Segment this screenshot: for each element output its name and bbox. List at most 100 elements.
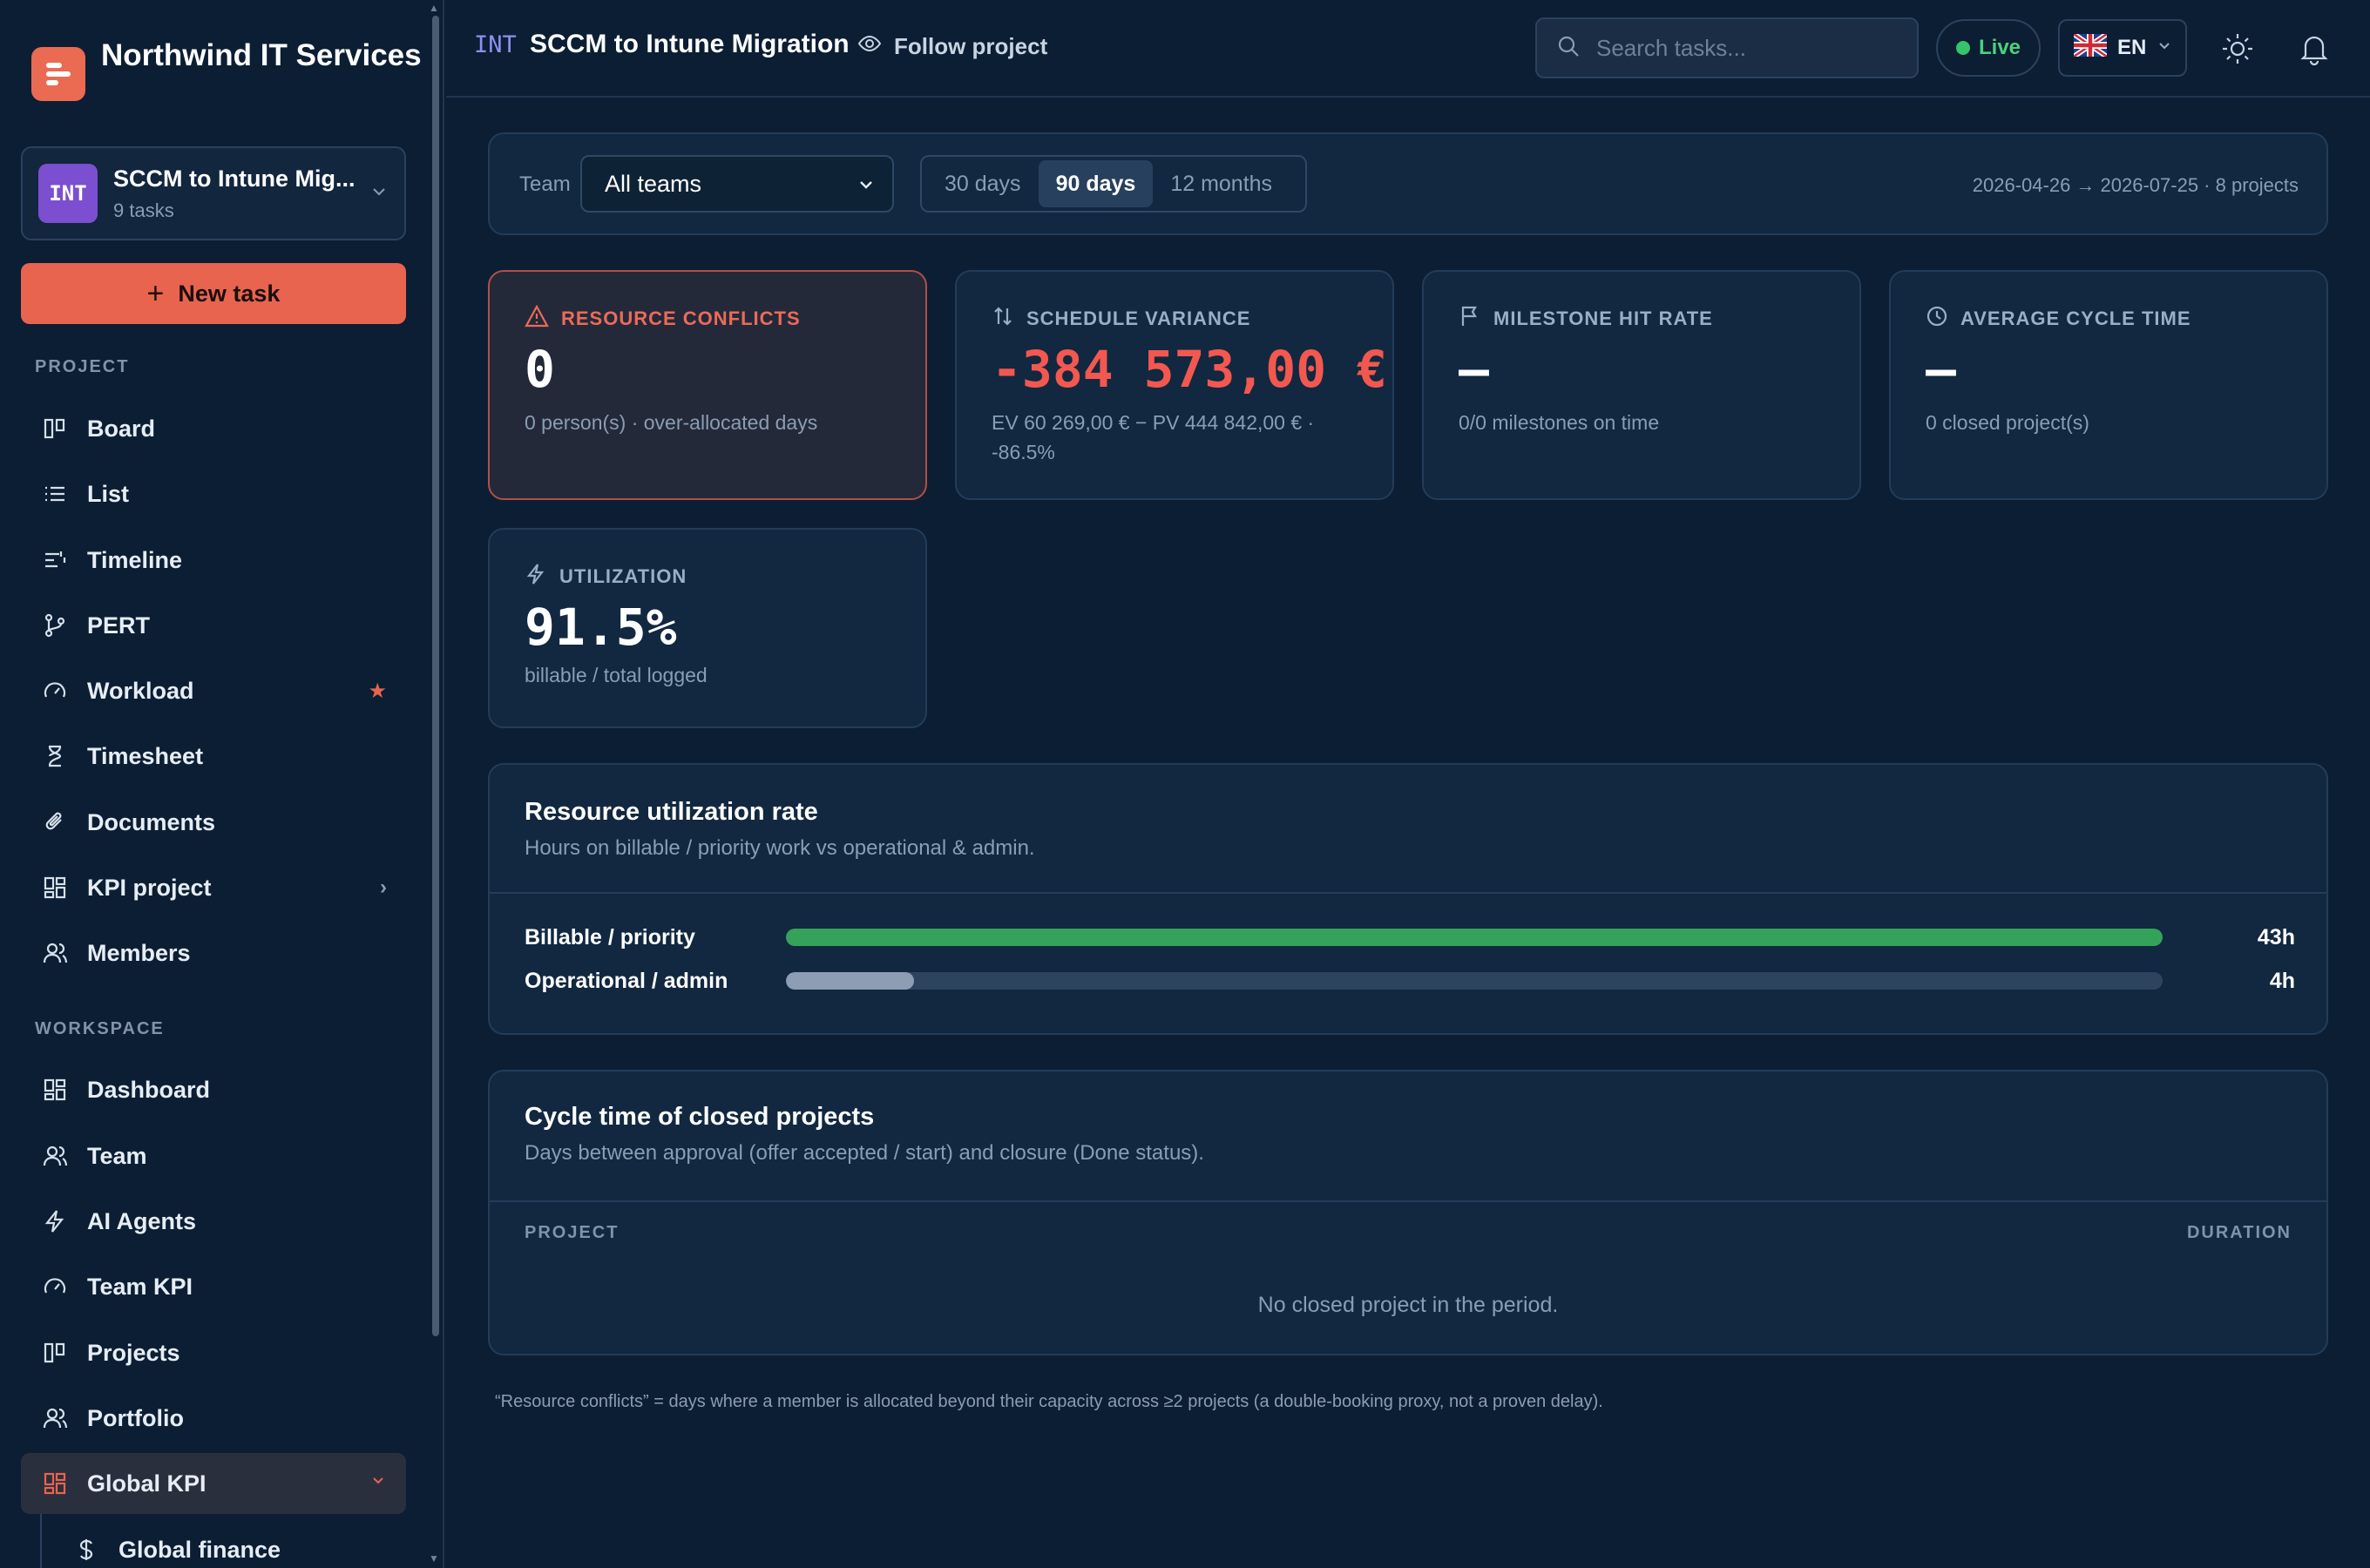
kpi-card-utilization: UTILIZATION 91.5% billable / total logge…	[488, 528, 927, 728]
sidebar-scrollbar-thumb[interactable]	[432, 16, 439, 1336]
sidebar-item-ai-agents[interactable]: AI Agents	[21, 1191, 406, 1252]
search-icon	[1556, 34, 1581, 63]
list-icon	[40, 479, 70, 509]
sidebar-item-label: Workload	[87, 677, 194, 704]
brand-logo-icon	[31, 47, 85, 101]
live-label: Live	[1978, 36, 2021, 59]
sidebar-item-global-kpi[interactable]: Global KPI	[21, 1453, 406, 1514]
bar-value: 43h	[2257, 924, 2295, 950]
live-status-button[interactable]: Live	[1936, 19, 2041, 77]
project-code-badge: INT	[38, 164, 98, 223]
dashboard-icon	[40, 1469, 70, 1498]
kpi-title: UTILIZATION	[559, 565, 687, 587]
kpi-value: —	[1459, 340, 1489, 399]
sidebar-item-global-finance[interactable]: Global finance	[52, 1519, 406, 1568]
bar-label: Operational / admin	[525, 968, 728, 993]
sidebar-item-label: Portfolio	[87, 1404, 184, 1431]
theme-toggle-sun-icon[interactable]	[2218, 30, 2257, 68]
search-box[interactable]	[1535, 17, 1919, 78]
sidebar-item-label: Documents	[87, 808, 216, 835]
card-divider	[490, 892, 2326, 894]
language-selector[interactable]: EN	[2058, 19, 2187, 77]
paperclip-icon	[40, 808, 70, 837]
range-12-months[interactable]: 12 months	[1153, 160, 1290, 207]
sidebar-item-workload[interactable]: Workload ★	[21, 660, 406, 721]
sidebar-item-timeline[interactable]: Timeline	[21, 530, 406, 591]
clock-icon	[1926, 305, 1960, 333]
kpi-title: RESOURCE CONFLICTS	[561, 308, 801, 329]
sidebar-item-pert[interactable]: PERT	[21, 595, 406, 656]
sidebar-item-label: Members	[87, 939, 191, 966]
brand[interactable]: Northwind IT Services	[31, 33, 432, 101]
card-title: Resource utilization rate	[525, 798, 818, 826]
footnote: “Resource conflicts” = days where a memb…	[495, 1392, 1603, 1411]
follow-project-button[interactable]: Follow project	[857, 31, 1047, 62]
warning-triangle-icon	[525, 304, 561, 333]
sidebar: Northwind IT Services INT SCCM to Intune…	[0, 0, 444, 1568]
kpi-value: —	[1926, 340, 1956, 399]
range-90-days[interactable]: 90 days	[1038, 160, 1154, 207]
kpi-value: -384 573,00 €	[992, 340, 1387, 399]
sidebar-item-projects[interactable]: Projects	[21, 1322, 406, 1383]
sidebar-item-list[interactable]: List	[21, 463, 406, 524]
sidebar-item-documents[interactable]: Documents	[21, 792, 406, 853]
sidebar-item-team-kpi[interactable]: Team KPI	[21, 1256, 406, 1317]
bar-label: Billable / priority	[525, 924, 695, 950]
language-label: EN	[2117, 36, 2147, 59]
new-task-button[interactable]: + New task	[21, 263, 406, 324]
team-select[interactable]: All teams	[580, 155, 894, 213]
bar-value: 4h	[2269, 968, 2295, 993]
sidebar-item-board[interactable]: Board	[21, 398, 406, 459]
section-title-workspace: WORKSPACE	[35, 1019, 165, 1038]
team-filter-label: Team	[519, 172, 571, 196]
scroll-down-arrow[interactable]: ▼	[429, 1552, 439, 1565]
sidebar-item-timesheet[interactable]: Timesheet	[21, 726, 406, 787]
kpi-subtext: 0/0 milestones on time	[1459, 411, 1660, 434]
column-header-duration[interactable]: DURATION	[2187, 1223, 2292, 1243]
sidebar-item-label: Timesheet	[87, 742, 204, 769]
plus-icon: +	[146, 276, 165, 310]
bar-track	[786, 972, 2163, 990]
sidebar-item-kpi-project[interactable]: KPI project ›	[21, 857, 406, 918]
notifications-bell-icon[interactable]	[2295, 30, 2333, 68]
lightning-icon	[525, 563, 559, 591]
sidebar-item-label: Team KPI	[87, 1273, 193, 1300]
utilization-row-operational: Operational / admin 4h	[525, 963, 2295, 998]
section-title-project: PROJECT	[35, 357, 130, 376]
sidebar-item-portfolio[interactable]: Portfolio	[21, 1388, 406, 1449]
sidebar-item-label: KPI project	[87, 874, 212, 901]
project-switcher-name: SCCM to Intune Mig...	[113, 165, 356, 192]
star-icon: ★	[368, 679, 387, 703]
dashboard-icon	[40, 873, 70, 902]
users-icon	[40, 1141, 70, 1171]
scroll-up-arrow[interactable]: ▲	[429, 2, 439, 14]
card-title: Cycle time of closed projects	[525, 1103, 875, 1131]
follow-project-label: Follow project	[894, 33, 1048, 59]
sidebar-item-label: Global KPI	[87, 1470, 207, 1497]
dashboard-icon	[40, 1075, 70, 1105]
sidebar-item-team[interactable]: Team	[21, 1125, 406, 1186]
column-header-project[interactable]: PROJECT	[525, 1223, 619, 1243]
kpi-card-schedule-variance: SCHEDULE VARIANCE -384 573,00 € EV 60 26…	[955, 270, 1394, 500]
sidebar-item-label: AI Agents	[87, 1207, 197, 1234]
utilization-row-billable: Billable / priority 43h	[525, 920, 2295, 955]
kpi-subtext: billable / total logged	[525, 664, 708, 686]
hourglass-icon	[40, 741, 70, 771]
new-task-label: New task	[178, 280, 281, 307]
team-select-value: All teams	[605, 170, 702, 197]
range-30-days[interactable]: 30 days	[927, 160, 1039, 207]
sidebar-item-label: Global finance	[118, 1536, 281, 1563]
chevron-down-icon	[369, 182, 389, 206]
kpi-title: MILESTONE HIT RATE	[1493, 308, 1713, 329]
project-code: INT	[474, 31, 517, 58]
board-icon	[40, 1338, 70, 1368]
sidebar-item-dashboard[interactable]: Dashboard	[21, 1059, 406, 1120]
period-segmented-control: 30 days 90 days 12 months	[920, 155, 1307, 213]
dollar-icon	[71, 1535, 101, 1565]
live-dot-icon	[1955, 41, 1970, 55]
sidebar-item-members[interactable]: Members	[21, 923, 406, 983]
card-subtitle: Days between approval (offer accepted / …	[525, 1141, 1204, 1165]
users-icon	[40, 1403, 70, 1433]
project-switcher[interactable]: INT SCCM to Intune Mig... 9 tasks	[21, 146, 406, 240]
search-input[interactable]	[1596, 34, 1910, 62]
